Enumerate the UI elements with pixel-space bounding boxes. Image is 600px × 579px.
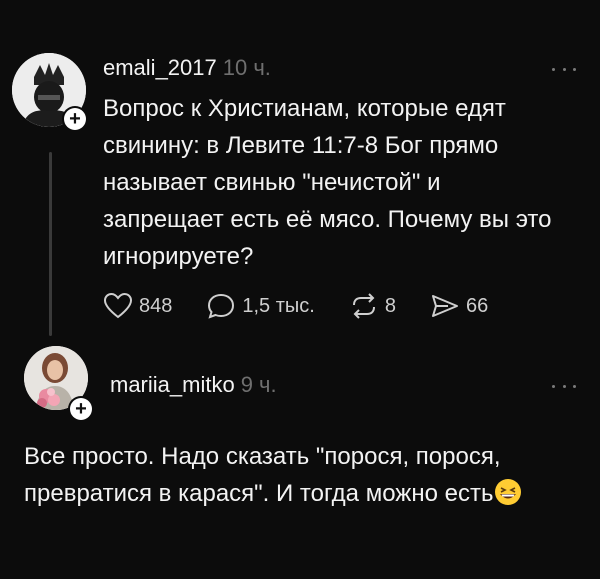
post-header: mariia_mitko 9 ч. [110,372,277,398]
like-button[interactable]: 848 [103,292,172,320]
repost-button[interactable]: 8 [349,292,396,320]
repost-arrows-icon [352,293,375,319]
post-text: Все просто. Надо сказать "порося, порося… [24,438,584,512]
post-actions: 848 1,5 тыс. 8 66 [103,292,522,320]
like-count: 848 [139,294,173,317]
thread-line [49,152,52,336]
username[interactable]: emali_2017 [103,55,217,80]
timestamp: 9 ч. [240,372,277,397]
share-count: 66 [465,294,489,317]
share-button[interactable]: 66 [430,292,488,320]
post-text-content: Все просто. Надо сказать "порося, порося… [24,443,501,507]
follow-button-mariia[interactable]: + [68,396,94,422]
follow-button-emali[interactable]: + [62,106,88,132]
follow-plus-icon: + [70,398,92,420]
comment-count: 1,5 тыс. [242,294,315,317]
post-header: emali_2017 10 ч. [103,55,271,81]
heart-icon [103,292,133,319]
timestamp: 10 ч. [222,55,271,80]
grinning-squinting-face-emoji [495,479,522,505]
follow-plus-icon: + [64,108,86,130]
repost-count: 8 [384,294,396,317]
username[interactable]: mariia_mitko [110,372,235,397]
send-icon [431,295,458,317]
post-text: Вопрос к Христианам, которые едят свинин… [103,95,552,270]
comment-button[interactable]: 1,5 тыс. [206,292,315,320]
comment-bubble-icon [208,293,235,319]
more-options-button[interactable] [552,64,576,74]
more-options-button[interactable] [552,381,576,391]
